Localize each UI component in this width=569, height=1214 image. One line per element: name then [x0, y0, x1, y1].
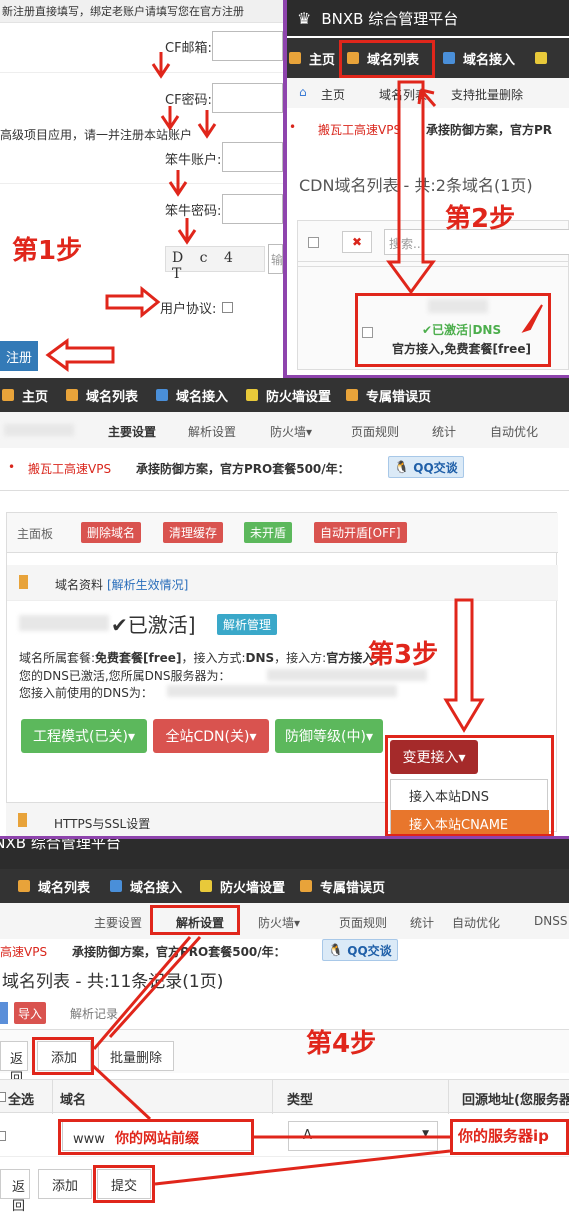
- step1-arrows: [45, 52, 217, 372]
- step4-arrows: [90, 935, 451, 1186]
- arrow-right: [105, 285, 161, 319]
- arrow-down-2: [160, 106, 180, 131]
- arrow-down-5: [177, 218, 197, 245]
- arrow-line-3: [90, 1063, 152, 1121]
- step3-arrow: [443, 598, 485, 733]
- arrow-long-down: [443, 598, 485, 733]
- step4-panel: BNXB 综合管理平台 域名列表 域名接入 防火墙设置 专属错误页 主要设置 解…: [0, 839, 569, 1214]
- step2-panel: ♛ BNXB 综合管理平台 主页 域名列表 域名接入 ⌂ 主页 域名列表 支持批…: [287, 0, 569, 375]
- arrow-down-1: [151, 52, 171, 79]
- arrow-down-4: [168, 170, 188, 197]
- arrow-line-2: [108, 935, 202, 1039]
- arrow-up-diag: [417, 88, 437, 107]
- step3-panel: 主页 域名列表 域名接入 防火墙设置 专属错误页 主要设置 解析设置 防火墙▾ …: [0, 378, 569, 838]
- step1-panel: 新注册直接填写，绑定老账户请填写您在官方注册 CF邮箱: CF密码: 高级项目应…: [0, 0, 283, 375]
- arrow-line-1: [92, 936, 192, 1050]
- arrow-pointer: [521, 304, 543, 333]
- arrow-down-3: [197, 110, 217, 139]
- arrow-long-down: [386, 80, 436, 295]
- arrow-line-4: [154, 1149, 451, 1186]
- arrow-left: [45, 338, 115, 372]
- step2-arrows: [386, 80, 543, 333]
